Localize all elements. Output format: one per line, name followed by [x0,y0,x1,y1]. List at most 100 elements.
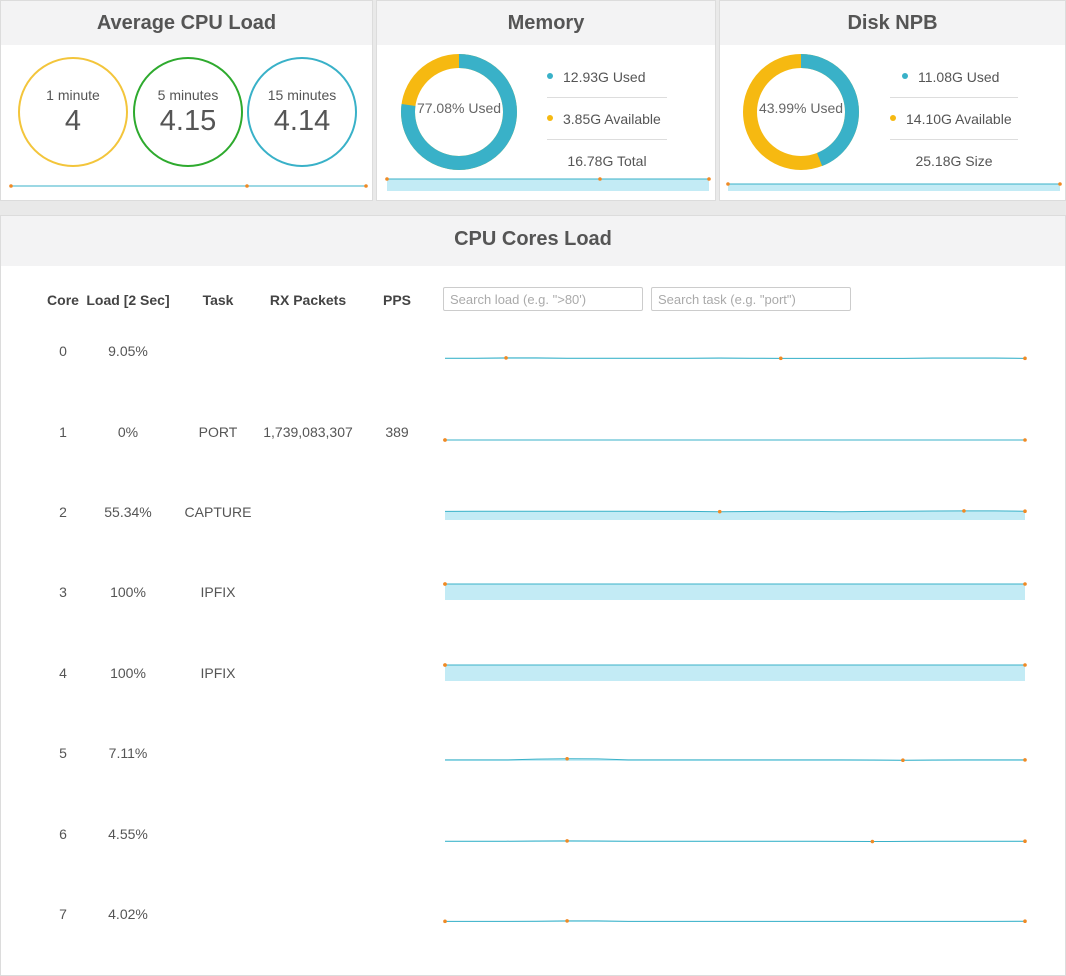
core-load-sparkline [445,356,1027,361]
table-row: 5 7.11% [1,745,1066,825]
sparkline-marker [565,919,569,923]
core-load: 55.34% [104,504,152,520]
core-load-sparkline [443,582,1027,600]
core-task: PORT [198,424,238,440]
disk-sparkline [726,182,1062,191]
core-rx-packets: 1,739,083,307 [263,424,353,440]
core-task: CAPTURE [184,504,252,520]
sparkline-marker [565,756,569,761]
table-row: 7 4.02% [1,906,1066,976]
spark-marker [385,177,389,181]
core-load-sparkline [444,509,1027,520]
legend-used: 12.93G Used [547,56,667,98]
cpu-15min-ring: 15 minutes 4.14 [247,57,357,167]
spark-marker [707,177,711,181]
col-header-rx-packets[interactable]: RX Packets [258,292,358,308]
core-load: 7.11% [108,745,148,761]
ring-value: 4 [64,105,82,137]
core-load: 100% [110,584,146,600]
core-id: 4 [59,665,67,681]
memory-panel: Memory 77.08% Used 12.93G Used 3.85G Ava… [376,0,716,201]
ring-value: 4.15 [159,105,217,137]
memory-total: 16.78G Total [567,153,647,169]
disk-used: 11.08G Used [918,69,1000,85]
memory-legend: 12.93G Used 3.85G Available 16.78G Total [547,56,667,182]
ring-label: 15 minutes [267,87,337,103]
sparkline-line [445,840,1025,843]
ring-label: 1 minute [46,87,100,103]
col-header-core[interactable]: Core [43,292,83,308]
cpu-load-sparkline [9,184,368,188]
disk-donut-label: 43.99% Used [758,100,844,116]
core-task: IPFIX [200,665,236,681]
sparkline-marker [565,839,569,843]
col-header-task[interactable]: Task [188,292,248,308]
core-id: 2 [59,504,67,520]
cpu-load-panel: Average CPU Load 1 minute 4 5 minutes 4.… [0,0,373,201]
col-header-load[interactable]: Load [2 Sec] [83,292,173,308]
core-pps: 389 [385,424,409,440]
sparkline-marker [443,919,447,924]
sparkline-marker [778,356,783,361]
memory-donut-label: 77.08% Used [416,100,502,116]
legend-size: 25.18G Size [890,140,1018,182]
sparkline-marker [443,582,447,586]
memory-available: 3.85G Available [563,111,661,127]
core-load: 4.55% [108,826,148,842]
sparkline-marker [870,839,875,844]
spark-marker [1058,182,1062,186]
core-load: 9.05% [108,343,148,359]
sparkline-marker [1023,758,1027,762]
dot-icon [890,115,896,122]
disk-legend: 11.08G Used 14.10G Available 25.18G Size [890,56,1018,182]
search-task-input[interactable] [651,287,851,311]
core-id: 5 [59,745,67,761]
sparkline-marker [1023,582,1027,586]
spark-marker [598,177,602,181]
disk-panel: Disk NPB 43.99% Used 11.08G Used 14.10G … [719,0,1066,201]
core-id: 3 [59,584,67,600]
table-row: 0 9.05% [1,343,1066,423]
core-load-sparkline [443,663,1027,681]
sparkline-marker [1023,438,1027,442]
core-id: 7 [59,906,67,922]
spark-marker [364,184,368,188]
memory-used: 12.93G Used [563,69,646,85]
disk-size: 25.18G Size [915,153,993,169]
sparkline-line [445,920,1026,922]
search-load-input[interactable] [443,287,643,311]
memory-title: Memory [377,1,715,45]
sparkline-marker [1023,509,1027,513]
legend-available: 14.10G Available [890,98,1018,140]
memory-sparkline [385,177,711,191]
core-load-sparkline [445,839,1027,844]
core-id: 0 [59,343,67,359]
sparkline-marker [504,356,508,360]
cpu-cores-panel: CPU Cores Load Core Load [2 Sec] Task RX… [0,215,1066,976]
core-load-sparkline [443,438,1027,442]
col-header-pps[interactable]: PPS [377,292,417,308]
spark-marker [9,184,13,188]
sparkline-marker [443,438,447,442]
cpu-1min-ring: 1 minute 4 [18,57,128,167]
legend-used: 11.08G Used [890,56,1018,98]
sparkline-line [445,357,1026,359]
sparkline-area [445,510,1025,520]
dot-icon [547,115,553,122]
core-load-sparkline [443,919,1027,924]
sparkline-marker [1023,839,1027,843]
core-load: 100% [110,665,146,681]
sparkline-area [445,665,1025,681]
disk-title: Disk NPB [720,1,1065,45]
dot-icon [902,73,908,80]
core-load: 4.02% [108,906,148,922]
sparkline-marker [443,663,447,667]
table-row: 3 100% IPFIX [1,582,1066,664]
core-load: 0% [117,424,139,440]
spark-marker [245,184,249,188]
sparkline-marker [1023,356,1027,361]
core-id: 1 [59,424,67,440]
dot-icon [547,73,553,80]
cpu-cores-title: CPU Cores Load [1,216,1065,266]
sparkline-marker [717,509,722,514]
